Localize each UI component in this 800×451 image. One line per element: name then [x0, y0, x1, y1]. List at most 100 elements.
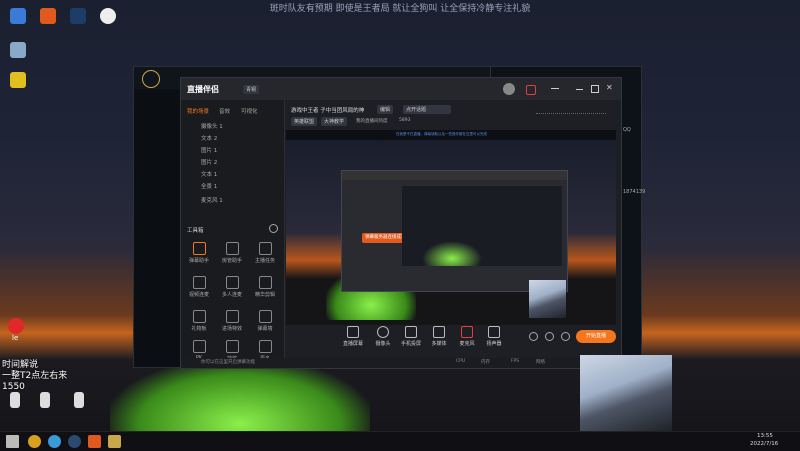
status-net: 网络: [536, 360, 545, 365]
browser-icon[interactable]: [48, 435, 61, 448]
desktop-file-icon[interactable]: [10, 392, 20, 408]
layer-item[interactable]: 摄像头 1: [201, 122, 223, 130]
desktop-icon-2[interactable]: [40, 8, 56, 24]
layer-item[interactable]: 文本 1: [201, 170, 217, 178]
app-titlebar: 直播伴侣 青铜 ✕: [181, 78, 621, 100]
multi-link-icon: [225, 276, 239, 289]
camera-button[interactable]: 摄像头: [368, 326, 398, 347]
tool-danmu-wall[interactable]: 弹幕墙: [251, 310, 279, 332]
stream-title[interactable]: 游戏中王者 子中当团风局的神: [291, 106, 364, 114]
tool-streamer-task[interactable]: 主播任务: [251, 242, 279, 264]
tool-room-admin[interactable]: 房管助手: [218, 242, 246, 264]
stream-preview[interactable]: 在我是不在直播，弹幕读取以及一些操作都在这里可以完成 弹幕服务器连接成功: [286, 130, 616, 325]
microphone-button[interactable]: 麦克风: [452, 326, 482, 347]
app-logo: 直播伴侣: [187, 85, 219, 94]
tool-video-link[interactable]: 视频连麦: [185, 276, 213, 298]
status-cpu: CPU: [456, 359, 466, 364]
tool-multi-link[interactable]: 多人连麦: [218, 276, 246, 298]
layer-item[interactable]: 麦克风 1: [201, 196, 223, 204]
category-tag[interactable]: 大神教学: [321, 117, 348, 126]
layer-item[interactable]: 文本 2: [201, 134, 217, 142]
minimize-icon[interactable]: [576, 89, 583, 90]
media-button[interactable]: 多媒体: [424, 326, 454, 347]
eagle-camera-overlay-large: [580, 355, 672, 431]
app-taskbar-icon[interactable]: [88, 435, 101, 448]
screen-icon: [347, 326, 359, 338]
eagle-camera-overlay: [529, 280, 566, 318]
recycle-bin-icon[interactable]: [10, 42, 26, 58]
qq-icon[interactable]: [100, 8, 116, 24]
phone-icon: [405, 326, 417, 338]
danmu-icon: [192, 242, 206, 255]
tool-clip[interactable]: 精华剪辑: [251, 276, 279, 298]
tab-visual[interactable]: 可视化: [241, 107, 258, 115]
settings-icon[interactable]: [529, 332, 538, 341]
speaker-button[interactable]: 扬声器: [479, 326, 509, 347]
chat-line: 一整T2点左右来: [2, 371, 68, 381]
layer-item[interactable]: 图片 2: [201, 158, 217, 166]
tab-scenes[interactable]: 我的场景: [187, 107, 209, 115]
notification-icon[interactable]: [526, 85, 536, 95]
preview-notice: 在我是不在直播，弹幕读取以及一些操作都在这里可以完成: [396, 132, 487, 136]
lol-right-item: QQ: [623, 127, 631, 133]
desktop-left-text: le: [12, 334, 19, 342]
tab-audio[interactable]: 音效: [219, 107, 230, 115]
status-mem: 内存: [481, 360, 490, 365]
desktop-icon-6[interactable]: [10, 72, 26, 88]
close-icon[interactable]: ✕: [606, 83, 613, 92]
record-icon[interactable]: [545, 332, 554, 341]
lol-taskbar-icon[interactable]: [108, 435, 121, 448]
steam-taskbar-icon[interactable]: [68, 435, 81, 448]
layer-item[interactable]: 全景 1: [201, 182, 217, 190]
admin-icon: [225, 242, 239, 255]
heat-label: 我的直播间热度: [356, 119, 388, 124]
topic-button[interactable]: 点开话题: [403, 105, 451, 114]
chrome-icon[interactable]: [28, 435, 41, 448]
clip-icon: [258, 276, 272, 289]
start-icon[interactable]: [6, 435, 19, 448]
stream-app-window: 直播伴侣 青铜 ✕ 我的场景 音效 可视化 摄像头 1 文本 2 图片 1 图片…: [180, 77, 622, 369]
video-link-icon: [192, 276, 206, 289]
menu-icon[interactable]: [551, 88, 559, 89]
desktop-wallpaper-tent: [110, 360, 370, 440]
start-stream-button[interactable]: 开始直播: [576, 330, 616, 343]
chat-overlay: 时间解说 一整T2点左右来 1550: [2, 360, 112, 393]
layer-item[interactable]: 图片 1: [201, 146, 217, 154]
microphone-icon: [461, 326, 473, 338]
left-pane: 我的场景 音效 可视化 摄像头 1 文本 2 图片 1 图片 2 文本 1 全景…: [181, 100, 285, 368]
taskbar: 13:55 2022/7/16: [0, 431, 800, 451]
pk-icon: [192, 340, 206, 353]
speaker-icon: [488, 326, 500, 338]
effect-icon: [225, 310, 239, 323]
screen-capture-button[interactable]: 直播屏幕: [338, 326, 368, 347]
lol-right-item: 1874139: [623, 189, 646, 195]
category-tag[interactable]: 英雄联盟: [291, 117, 318, 126]
clock-date[interactable]: 2022/7/16: [750, 441, 778, 447]
desktop-banner-text: 斑时队友有预期 即使是王者局 就让全狗叫 让全保持冷静专注礼貌: [269, 4, 531, 14]
edit-title-button[interactable]: 编辑: [377, 105, 394, 114]
media-icon: [433, 326, 445, 338]
tool-danmu-helper[interactable]: 弹幕助手: [185, 242, 213, 264]
clock-time[interactable]: 13:55: [757, 433, 773, 439]
top-toolbar-icons[interactable]: [536, 113, 606, 122]
tool-gift-board[interactable]: 礼物板: [185, 310, 213, 332]
desktop-file-icon[interactable]: [40, 392, 50, 408]
chat-line: 时间解说: [2, 360, 39, 370]
chat-line: 1550: [2, 382, 25, 392]
tools-settings-icon[interactable]: [269, 224, 278, 233]
user-avatar[interactable]: [503, 83, 515, 95]
tool-enter-effect[interactable]: 进场特效: [218, 310, 246, 332]
status-fps: FPS: [511, 359, 520, 364]
status-text: 你可以在这里开启弹幕功能: [201, 360, 255, 365]
gift-icon: [192, 310, 206, 323]
lol-logo-icon[interactable]: [142, 70, 160, 88]
desktop-icon-1[interactable]: [10, 8, 26, 24]
desktop-file-icon[interactable]: [74, 392, 84, 408]
phone-cast-button[interactable]: 手机投屏: [396, 326, 426, 347]
maximize-icon[interactable]: [591, 85, 599, 93]
gear-icon[interactable]: [561, 332, 570, 341]
app-icon-red[interactable]: [8, 318, 24, 334]
steam-icon[interactable]: [70, 8, 86, 24]
nested-titlebar: [342, 171, 567, 180]
app-level-badge: 青铜: [243, 85, 260, 94]
